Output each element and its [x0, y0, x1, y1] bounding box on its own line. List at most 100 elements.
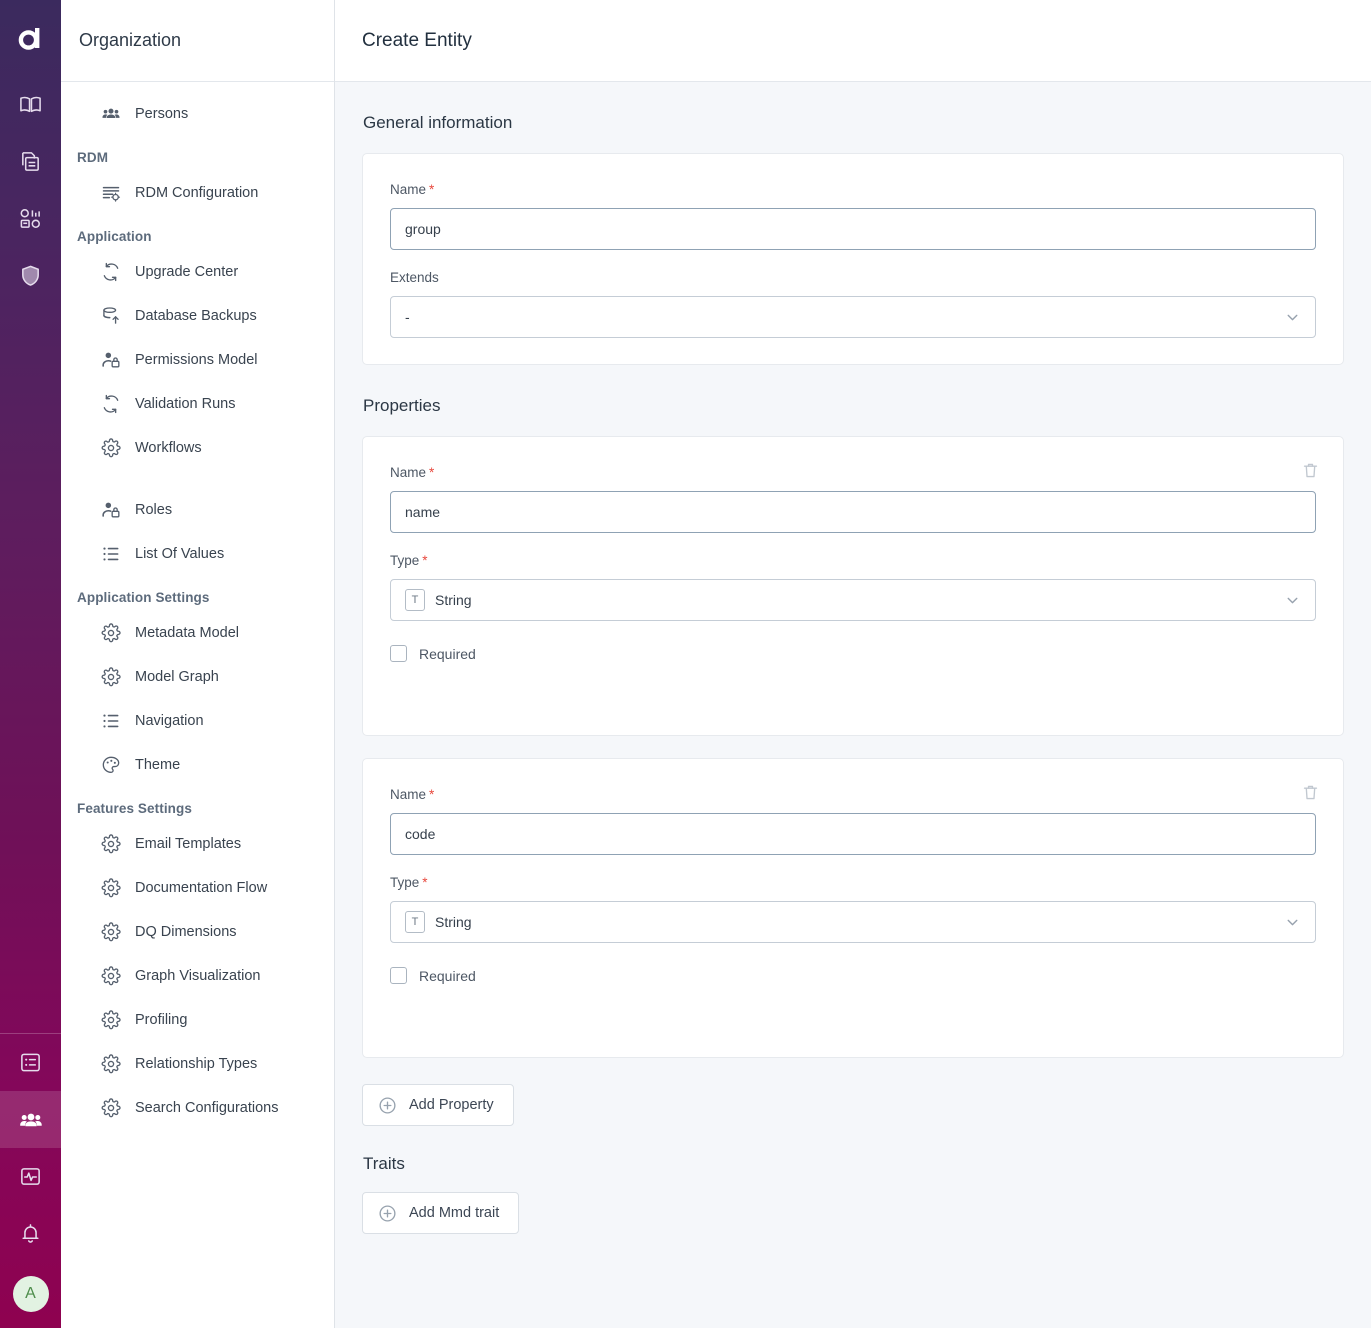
sidebar-item-workflows[interactable]: Workflows	[61, 426, 334, 470]
string-type-icon: T	[405, 589, 425, 611]
property-name-input[interactable]	[390, 813, 1316, 855]
refresh-icon	[101, 394, 121, 414]
nav-group-label-application: Application	[77, 229, 152, 244]
nav-group-label-features-settings: Features Settings	[77, 801, 192, 816]
sidebar-item-metadata-model[interactable]: Metadata Model	[61, 611, 334, 655]
sidebar-item-label: DQ Dimensions	[135, 924, 237, 940]
property-required-label: Required	[419, 645, 476, 662]
sidebar-item-label: Validation Runs	[135, 396, 236, 412]
property-type-label-text: Type	[390, 553, 420, 568]
gear-icon	[101, 1054, 121, 1074]
sidebar-item-list-of-values[interactable]: List Of Values	[61, 532, 334, 576]
sidebar-item-label: Theme	[135, 757, 181, 773]
add-mmd-trait-button[interactable]: Add Mmd trait	[362, 1192, 520, 1234]
general-information-title: General information	[363, 113, 513, 132]
sidebar-item-persons[interactable]: Persons	[61, 92, 334, 136]
sidebar-item-relationship-types[interactable]: Relationship Types	[61, 1042, 334, 1086]
property-type-select[interactable]: T String	[390, 579, 1316, 621]
main-body: General information Name* Extends -	[335, 82, 1371, 1234]
plus-circle-icon	[378, 1096, 397, 1115]
add-trait-row: Add Mmd trait	[362, 1192, 1344, 1234]
rail-item-notifications[interactable]	[0, 1205, 61, 1262]
required-asterisk: *	[429, 787, 435, 802]
required-asterisk: *	[429, 182, 435, 197]
sidebar-item-profiling[interactable]: Profiling	[61, 998, 334, 1042]
sidebar-item-database-backups[interactable]: Database Backups	[61, 294, 334, 338]
add-property-label: Add Property	[409, 1097, 494, 1113]
organization-sidebar: Organization Persons RDM RDM Configuration…	[61, 0, 335, 1328]
property-required-checkbox[interactable]	[390, 645, 407, 662]
property-name-label-text: Name	[390, 787, 427, 802]
property-required-label: Required	[419, 967, 476, 984]
sidebar-item-label: Relationship Types	[135, 1056, 258, 1072]
app-root: A Organization Persons RDM RDM Configurati…	[0, 0, 1371, 1328]
delete-property-icon[interactable]	[1297, 457, 1323, 483]
sidebar-item-rdm-configuration[interactable]: RDM Configuration	[61, 171, 334, 215]
sidebar-item-navigation[interactable]: Navigation	[61, 699, 334, 743]
sidebar-item-model-graph[interactable]: Model Graph	[61, 655, 334, 699]
entity-name-input[interactable]	[390, 208, 1316, 250]
gear-icon	[101, 667, 121, 687]
rail-item-governance[interactable]	[0, 247, 61, 304]
required-asterisk: *	[429, 465, 435, 480]
rail-item-tasks[interactable]	[0, 1034, 61, 1091]
property-type-select[interactable]: T String	[390, 901, 1316, 943]
sidebar-item-upgrade-center[interactable]: Upgrade Center	[61, 250, 334, 294]
rdm-config-icon	[101, 183, 121, 203]
gear-icon	[101, 922, 121, 942]
property-type-field: Type * T String	[390, 553, 1316, 621]
rail-item-catalog[interactable]	[0, 133, 61, 190]
property-type-label-text: Type	[390, 875, 420, 890]
gear-icon	[101, 438, 121, 458]
add-property-button[interactable]: Add Property	[362, 1084, 514, 1126]
general-information-card: Name* Extends -	[362, 153, 1344, 365]
sidebar-nav-list: Persons RDM RDM Configuration Application Up…	[61, 82, 334, 1130]
rail-item-monitoring[interactable]	[0, 1148, 61, 1205]
sidebar-item-label: Profiling	[135, 1012, 188, 1028]
entity-extends-select[interactable]: -	[390, 296, 1316, 338]
sidebar-item-documentation-flow[interactable]: Documentation Flow	[61, 866, 334, 910]
avatar[interactable]: A	[12, 1276, 49, 1312]
refresh-icon	[101, 262, 121, 282]
property-card: Name*Type*TStringRequired	[362, 758, 1344, 1058]
sidebar-item-roles[interactable]: Roles	[61, 488, 334, 532]
entity-extends-value: -	[405, 309, 410, 325]
sidebar-item-label: Upgrade Center	[135, 264, 239, 280]
app-logo[interactable]	[0, 0, 61, 76]
property-name-label: Name *	[390, 465, 1316, 480]
sidebar-item-label: Database Backups	[135, 308, 257, 324]
property-name-label: Name *	[390, 787, 1316, 802]
sidebar-item-permissions-model[interactable]: Permissions Model	[61, 338, 334, 382]
sidebar-item-validation-runs[interactable]: Validation Runs	[61, 382, 334, 426]
nav-group-label-rdm: RDM	[77, 150, 109, 165]
sidebar-item-label: Search Configurations	[135, 1100, 279, 1116]
string-type-icon: T	[405, 911, 425, 933]
icon-rail: A	[0, 0, 61, 1328]
rail-item-organization[interactable]	[0, 1091, 61, 1148]
sidebar-item-label: Graph Visualization	[135, 968, 261, 984]
gear-icon	[101, 623, 121, 643]
sidebar-item-graph-visualization[interactable]: Graph Visualization	[61, 954, 334, 998]
property-type-field: Type * T String	[390, 875, 1316, 943]
delete-property-icon[interactable]	[1297, 779, 1323, 805]
property-name-input[interactable]	[390, 491, 1316, 533]
property-card: Name*Type*TStringRequired	[362, 436, 1344, 736]
main-content: Create Entity General information Name * …	[335, 0, 1371, 1328]
rail-item-data-quality[interactable]	[0, 190, 61, 247]
sidebar-title: Organization	[79, 30, 182, 50]
property-type-label: Type *	[390, 875, 1316, 890]
sidebar-item-theme[interactable]: Theme	[61, 743, 334, 787]
property-required-checkbox[interactable]	[390, 967, 407, 984]
database-backup-icon	[101, 306, 121, 326]
property-type-value: String	[435, 914, 472, 930]
sidebar-item-dq-dimensions[interactable]: DQ Dimensions	[61, 910, 334, 954]
property-required-checkbox-row[interactable]: Required	[390, 967, 1316, 984]
rail-item-book[interactable]	[0, 76, 61, 133]
add-property-row: Add Property	[362, 1058, 1344, 1126]
sidebar-item-search-configurations[interactable]: Search Configurations	[61, 1086, 334, 1130]
entity-name-label-text: Name	[390, 182, 427, 197]
property-required-checkbox-row[interactable]: Required	[390, 645, 1316, 662]
sidebar-item-email-templates[interactable]: Email Templates	[61, 822, 334, 866]
chevron-down-icon	[1284, 309, 1301, 326]
gear-icon	[101, 1098, 121, 1118]
